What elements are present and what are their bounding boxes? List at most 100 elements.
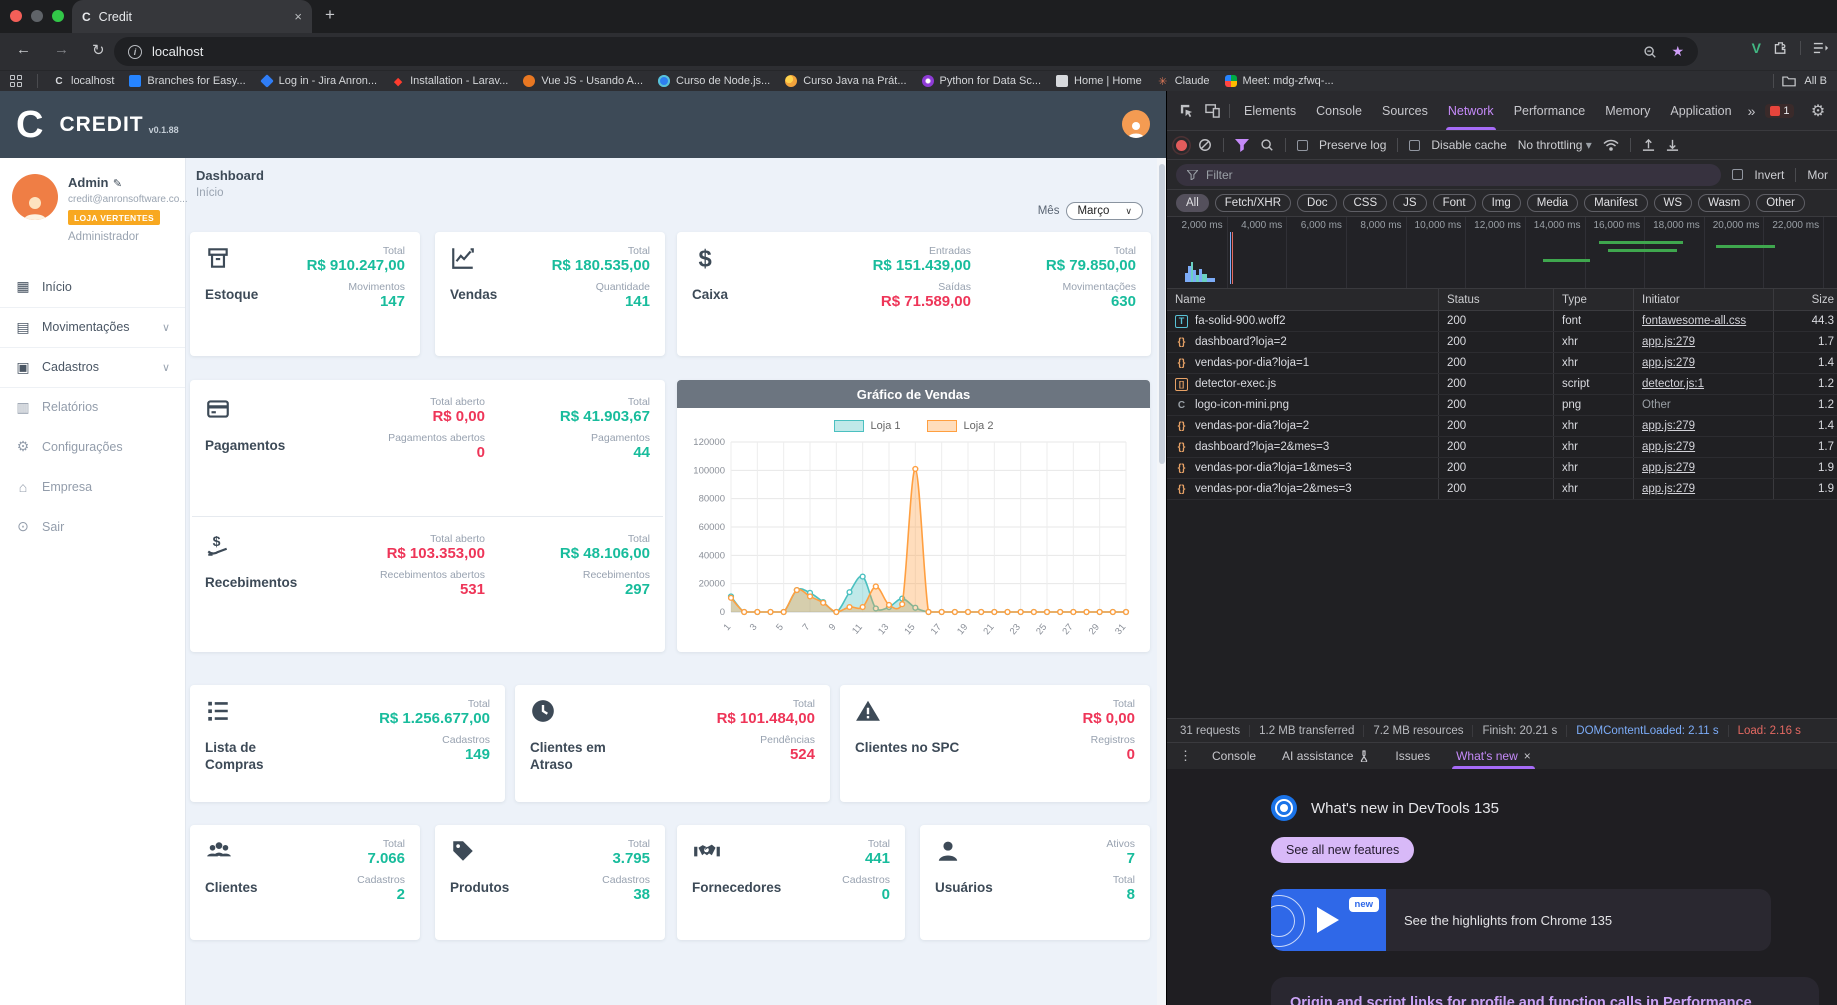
- issues-badge[interactable]: 1: [1765, 103, 1795, 118]
- site-info-icon[interactable]: i: [128, 44, 142, 59]
- network-filter-input[interactable]: Filter: [1176, 163, 1722, 186]
- devtools-tab[interactable]: Network: [1438, 91, 1504, 130]
- devtools-tab[interactable]: Application: [1660, 91, 1741, 130]
- network-filter-pill[interactable]: CSS: [1343, 194, 1388, 212]
- network-filter-pill[interactable]: Font: [1432, 194, 1476, 212]
- network-table-row[interactable]: detector-exec.js 200 script detector.js:…: [1167, 374, 1837, 395]
- zoom-icon[interactable]: [1643, 45, 1657, 59]
- url-text[interactable]: localhost: [152, 44, 203, 59]
- window-controls[interactable]: [10, 10, 64, 22]
- sidebar-nav-item[interactable]: Configurações ∨: [0, 427, 185, 467]
- sidebar-nav-item[interactable]: Relatórios ∨: [0, 386, 185, 427]
- network-table-row[interactable]: fa-solid-900.woff2 200 font fontawesome-…: [1167, 311, 1837, 332]
- column-status[interactable]: Status: [1439, 289, 1554, 310]
- network-filter-pill[interactable]: Other: [1756, 194, 1805, 212]
- sidebar-nav-item[interactable]: Movimentações ∨: [0, 306, 185, 347]
- sidebar-nav-item[interactable]: Sair ∨: [0, 507, 185, 547]
- bookmark-item[interactable]: Installation - Larav...: [392, 75, 508, 87]
- network-table-row[interactable]: vendas-por-dia?loja=2&mes=3 200 xhr app.…: [1167, 479, 1837, 500]
- column-type[interactable]: Type: [1554, 289, 1634, 310]
- network-filter-pill[interactable]: Img: [1481, 194, 1521, 212]
- column-name[interactable]: Name: [1167, 289, 1439, 310]
- network-conditions-icon[interactable]: [1603, 139, 1619, 152]
- throttling-select[interactable]: No throttling ▾: [1518, 138, 1592, 152]
- reload-button[interactable]: ↻: [92, 41, 105, 59]
- sidebar-nav-item[interactable]: Empresa ∨: [0, 467, 185, 507]
- back-button[interactable]: ←: [16, 41, 31, 58]
- devtools-tab[interactable]: Console: [1306, 91, 1372, 130]
- devtools-tab[interactable]: Performance: [1504, 91, 1596, 130]
- bookmark-star-icon[interactable]: ★: [1671, 43, 1684, 60]
- network-overview-timeline[interactable]: 2,000 ms 4,000 ms 6,000 ms 8,000 ms 10,000 m…: [1167, 217, 1837, 289]
- header-avatar[interactable]: [1122, 110, 1150, 138]
- network-filter-pill[interactable]: Media: [1526, 194, 1579, 212]
- disable-cache-checkbox[interactable]: [1409, 139, 1421, 151]
- bookmark-item[interactable]: Claude: [1157, 75, 1210, 87]
- see-all-features-button[interactable]: See all new features: [1271, 837, 1415, 863]
- filter-icon[interactable]: [1235, 138, 1249, 152]
- close-icon[interactable]: ×: [1524, 749, 1531, 763]
- bookmark-item[interactable]: Curso Java na Prát...: [785, 75, 907, 87]
- network-filter-pill[interactable]: Wasm: [1698, 194, 1751, 212]
- devtools-tab[interactable]: Memory: [1595, 91, 1660, 130]
- drawer-tab-whats-new[interactable]: What's new ×: [1444, 743, 1543, 769]
- clear-network-log-icon[interactable]: [1198, 138, 1212, 152]
- network-table-row[interactable]: dashboard?loja=2&mes=3 200 xhr app.js:27…: [1167, 437, 1837, 458]
- all-bookmarks[interactable]: All B: [1773, 74, 1827, 88]
- more-tabs-icon[interactable]: »: [1742, 103, 1762, 119]
- request-initiator[interactable]: app.js:279: [1642, 462, 1695, 474]
- bookmark-item[interactable]: localhost: [53, 75, 114, 87]
- extensions-icon[interactable]: [1773, 41, 1788, 56]
- legend-loja2[interactable]: Loja 2: [926, 420, 993, 432]
- devtools-tab[interactable]: Elements: [1234, 91, 1306, 130]
- highlights-video-card[interactable]: new See the highlights from Chrome 135: [1271, 889, 1771, 951]
- apps-icon[interactable]: [10, 75, 22, 87]
- address-bar[interactable]: i localhost ★: [114, 37, 1698, 66]
- column-size[interactable]: Size: [1774, 289, 1837, 310]
- network-filter-pill[interactable]: WS: [1653, 194, 1693, 212]
- drawer-tab-issues[interactable]: Issues: [1383, 743, 1442, 769]
- request-initiator[interactable]: detector.js:1: [1642, 378, 1704, 390]
- sidebar-nav-item[interactable]: Início ∨: [0, 267, 185, 307]
- request-initiator[interactable]: app.js:279: [1642, 483, 1695, 495]
- network-table-row[interactable]: dashboard?loja=2 200 xhr app.js:279 1.7: [1167, 332, 1837, 353]
- sidebar-nav-item[interactable]: Cadastros ∨: [0, 346, 185, 387]
- bookmark-item[interactable]: Branches for Easy...: [129, 75, 246, 87]
- bookmark-item[interactable]: Meet: mdg-zfwq-...: [1224, 75, 1334, 87]
- network-table-row[interactable]: vendas-por-dia?loja=2 200 xhr app.js:279…: [1167, 416, 1837, 437]
- minimize-window-button[interactable]: [31, 10, 43, 22]
- network-filter-pill[interactable]: JS: [1393, 194, 1427, 212]
- request-initiator[interactable]: app.js:279: [1642, 420, 1695, 432]
- column-initiator[interactable]: Initiator: [1634, 289, 1774, 310]
- search-icon[interactable]: [1260, 138, 1274, 152]
- inspect-element-icon[interactable]: [1173, 98, 1199, 124]
- page-scrollbar[interactable]: [1157, 158, 1166, 1005]
- record-network-log-icon[interactable]: [1176, 139, 1187, 151]
- new-tab-button[interactable]: +: [325, 5, 335, 25]
- devtools-settings-icon[interactable]: ⚙: [1805, 98, 1831, 124]
- network-table-row[interactable]: vendas-por-dia?loja=1 200 xhr app.js:279…: [1167, 353, 1837, 374]
- video-thumbnail[interactable]: new: [1271, 889, 1386, 951]
- side-panel-icon[interactable]: [1813, 41, 1829, 55]
- bookmark-item[interactable]: Curso de Node.js...: [658, 75, 770, 87]
- request-initiator[interactable]: app.js:279: [1642, 336, 1695, 348]
- export-har-icon[interactable]: [1666, 139, 1679, 152]
- devtools-tab[interactable]: Sources: [1372, 91, 1438, 130]
- legend-loja1[interactable]: Loja 1: [833, 420, 901, 432]
- import-har-icon[interactable]: [1642, 138, 1655, 152]
- month-select[interactable]: Março ∨: [1066, 202, 1143, 220]
- edit-profile-icon[interactable]: ✎: [113, 178, 122, 190]
- network-filter-pill[interactable]: Doc: [1297, 194, 1338, 212]
- invert-filter-checkbox[interactable]: [1732, 169, 1744, 180]
- network-table-row[interactable]: vendas-por-dia?loja=1&mes=3 200 xhr app.…: [1167, 458, 1837, 479]
- request-initiator[interactable]: app.js:279: [1642, 441, 1695, 453]
- network-table-row[interactable]: logo-icon-mini.png 200 png Other 1.2: [1167, 395, 1837, 416]
- drawer-tab-console[interactable]: Console: [1200, 743, 1268, 769]
- bookmark-item[interactable]: Vue JS - Usando A...: [523, 75, 643, 87]
- forward-button[interactable]: →: [54, 41, 69, 58]
- vue-devtools-icon[interactable]: V: [1752, 40, 1761, 56]
- request-initiator[interactable]: Other: [1642, 399, 1671, 411]
- request-initiator[interactable]: app.js:279: [1642, 357, 1695, 369]
- user-avatar[interactable]: [12, 174, 58, 220]
- drawer-tab-ai-assistance[interactable]: AI assistance: [1270, 743, 1381, 769]
